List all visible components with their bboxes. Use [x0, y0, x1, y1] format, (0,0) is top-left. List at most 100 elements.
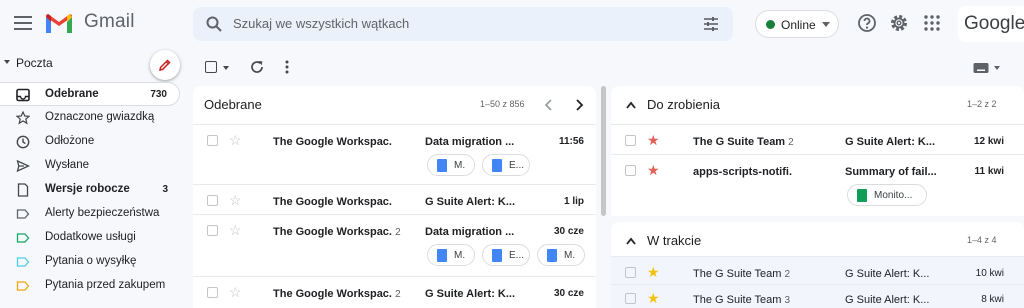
star-outline-icon[interactable]: ☆ — [229, 223, 242, 237]
email-subject: G Suite Alert: K... — [425, 196, 516, 208]
email-row[interactable]: ☆ The Google Workspac. Data migration ..… — [193, 124, 596, 184]
email-row[interactable]: ★ The G Suite Team 2 G Suite Alert: K...… — [611, 256, 1024, 284]
attachment-chip[interactable]: E... — [482, 244, 530, 266]
star-outline-icon[interactable]: ☆ — [229, 285, 242, 299]
label-icon — [16, 233, 30, 243]
draft-count: 3 — [162, 184, 168, 195]
refresh-icon[interactable] — [249, 59, 265, 75]
label-icon — [16, 209, 30, 219]
sidebar-item-shipping-questions[interactable]: Pytania o wysyłkę — [0, 250, 180, 274]
pane-title: Odebrane — [204, 97, 262, 112]
attachment-chip[interactable]: E... — [482, 154, 530, 176]
email-row[interactable]: ★ The G Suite Team 3 G Suite Alert: K...… — [611, 284, 1024, 308]
sidebar-item-additional-services[interactable]: Dodatkowe usługi — [0, 226, 180, 250]
search-bar[interactable]: Szukaj we wszystkich wątkach — [193, 7, 733, 41]
attachment-chip[interactable]: M. — [427, 244, 475, 266]
email-subject: Data migration ... — [425, 136, 515, 148]
email-time: 30 cze — [553, 226, 584, 237]
attachment-chip[interactable]: Monito... — [847, 184, 927, 206]
star-outline-icon[interactable]: ☆ — [229, 193, 242, 207]
attachment-chip[interactable]: M. — [537, 244, 585, 266]
thread-count: 2 — [784, 269, 791, 280]
google-account-logo[interactable]: Google — [958, 6, 1024, 42]
sidebar-item-label: Oznaczone gwiazdką — [45, 111, 155, 123]
pane-title: W trakcie — [647, 233, 702, 248]
gmail-logo[interactable] — [44, 13, 74, 35]
inbox-scrollbar[interactable] — [601, 86, 606, 216]
sidebar-item-presale-questions[interactable]: Pytania przed zakupem — [0, 274, 180, 298]
row-checkbox[interactable] — [207, 195, 218, 206]
sidebar-item-snoozed[interactable]: Odłożone — [0, 130, 180, 154]
todo-pane: Do zrobienia 1–2 z 2 ★ The G Suite Team … — [611, 86, 1024, 216]
row-checkbox[interactable] — [625, 293, 636, 304]
google-docs-icon — [492, 249, 502, 262]
compose-button[interactable] — [150, 50, 180, 80]
todo-pane-header[interactable]: Do zrobienia 1–2 z 2 — [611, 86, 1024, 124]
email-row[interactable]: ★ The G Suite Team 2 G Suite Alert: K...… — [611, 124, 1024, 154]
star-filled-icon[interactable]: ★ — [647, 291, 660, 305]
google-docs-icon — [492, 159, 502, 172]
sidebar-item-label: Odebrane — [45, 88, 99, 100]
in-progress-pane-header[interactable]: W trakcie 1–4 z 4 — [611, 222, 1024, 260]
sidebar-item-inbox[interactable]: Odebrane 730 — [0, 82, 180, 106]
sidebar-item-label: Wersje robocze — [45, 183, 130, 195]
email-row[interactable]: ☆ The Google Workspac. 2 Data migration … — [193, 214, 596, 276]
email-row[interactable]: ☆ The Google Workspac. 2 G Suite Alert: … — [193, 276, 596, 308]
keyboard-icon[interactable] — [973, 62, 989, 74]
label-icon — [16, 281, 30, 291]
email-subject: G Suite Alert: K... — [845, 136, 936, 148]
main-menu-icon[interactable] — [14, 16, 32, 30]
sidebar: Poczta Odebrane 730 Oznaczone gwiazdką O… — [0, 48, 185, 308]
email-sender: The Google Workspac. 2 — [273, 226, 401, 238]
search-options-icon[interactable] — [703, 16, 719, 32]
row-checkbox[interactable] — [625, 267, 636, 278]
attachment-chip[interactable]: M. — [427, 154, 475, 176]
input-tools-dropdown-icon[interactable] — [994, 66, 1000, 70]
email-sender: The Google Workspac. 2 — [273, 288, 401, 300]
row-checkbox[interactable] — [207, 135, 218, 146]
inbox-pane: Odebrane 1–50 z 856 ☆ The Google Workspa… — [193, 86, 596, 308]
select-all-checkbox[interactable] — [205, 61, 217, 73]
search-icon[interactable] — [205, 15, 223, 33]
thread-count: 2 — [788, 137, 794, 148]
star-filled-icon[interactable]: ★ — [647, 133, 660, 147]
pagination-range: 1–50 z 856 — [480, 99, 525, 109]
sidebar-item-security-alerts[interactable]: Alerty bezpieczeństwa — [0, 202, 180, 226]
collapse-triangle-icon[interactable] — [4, 60, 10, 64]
thread-count: 3 — [784, 295, 791, 306]
sidebar-item-sent[interactable]: Wysłane — [0, 154, 180, 178]
status-selector[interactable]: Online — [755, 10, 839, 38]
email-subject: G Suite Alert: K... — [425, 288, 516, 300]
row-checkbox[interactable] — [625, 165, 636, 176]
sidebar-item-starred[interactable]: Oznaczone gwiazdką — [0, 106, 180, 130]
row-checkbox[interactable] — [625, 135, 636, 146]
star-filled-icon[interactable]: ★ — [647, 163, 660, 177]
email-sender: apps-scripts-notifi. — [693, 166, 793, 178]
email-row[interactable]: ★ apps-scripts-notifi. Summary of fail..… — [611, 154, 1024, 214]
google-logo-text: Google — [964, 13, 1024, 34]
gear-icon[interactable] — [889, 13, 909, 33]
pane-title: Do zrobienia — [647, 97, 720, 112]
more-options-icon[interactable] — [281, 59, 293, 75]
apps-grid-icon[interactable] — [922, 13, 942, 33]
attachment-name: E... — [509, 160, 525, 171]
row-checkbox[interactable] — [207, 287, 218, 298]
attachment-name: E... — [509, 250, 525, 261]
draft-icon — [17, 183, 29, 197]
chevron-right-icon[interactable] — [573, 98, 585, 112]
email-time: 1 lip — [563, 196, 584, 207]
sidebar-item-drafts[interactable]: Wersje robocze 3 — [0, 178, 180, 202]
star-outline-icon[interactable]: ☆ — [229, 133, 242, 147]
help-icon[interactable] — [857, 13, 877, 33]
chevron-left-icon[interactable] — [543, 98, 555, 112]
row-checkbox[interactable] — [207, 225, 218, 236]
search-input[interactable]: Szukaj we wszystkich wątkach — [233, 16, 409, 31]
email-sender: The G Suite Team 2 — [693, 136, 794, 148]
star-filled-icon[interactable]: ★ — [647, 265, 660, 279]
email-row[interactable]: ☆ The Google Workspac. G Suite Alert: K.… — [193, 184, 596, 214]
email-sender: The G Suite Team 2 — [693, 268, 791, 280]
inbox-pane-header: Odebrane 1–50 z 856 — [193, 86, 596, 124]
select-dropdown-icon[interactable] — [223, 66, 229, 70]
chevron-up-icon[interactable] — [625, 236, 637, 246]
chevron-up-icon[interactable] — [625, 100, 637, 110]
